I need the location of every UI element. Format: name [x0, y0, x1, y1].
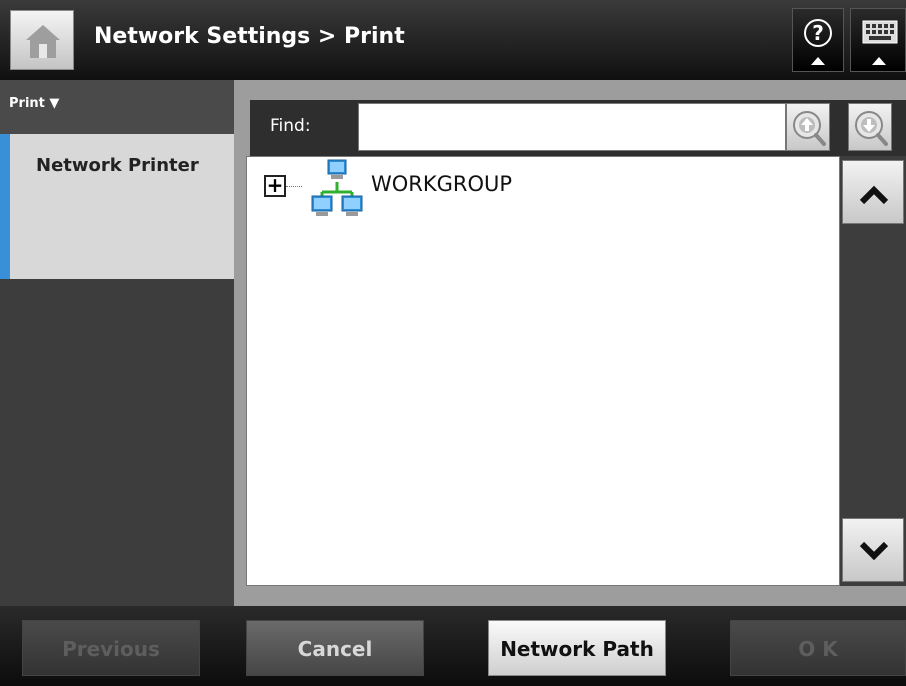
sidebar-section-label: Print ▼: [9, 96, 60, 111]
sidebar-empty-area: [0, 279, 234, 606]
network-group-icon: [311, 159, 363, 216]
cancel-button[interactable]: Cancel: [246, 620, 424, 676]
home-button[interactable]: [10, 10, 74, 70]
scroll-up-button[interactable]: [842, 160, 904, 224]
keyboard-button[interactable]: [850, 8, 906, 72]
svg-text:?: ?: [812, 21, 824, 45]
home-icon: [26, 25, 60, 58]
help-button[interactable]: ?: [792, 8, 844, 72]
search-up-button[interactable]: [786, 103, 830, 151]
find-label: Find:: [270, 116, 311, 136]
sidebar-item-label: Network Printer: [36, 155, 199, 176]
ok-button[interactable]: O K: [730, 620, 906, 676]
sidebar-item-network-printer[interactable]: Network Printer: [0, 134, 234, 279]
page-title: Network Settings > Print: [94, 24, 405, 49]
search-down-icon: [855, 111, 888, 146]
tree-connector: [286, 186, 302, 187]
network-tree[interactable]: [246, 156, 840, 586]
search-up-icon: [793, 111, 826, 146]
sidebar-section-header[interactable]: Print ▼: [0, 80, 234, 134]
tree-node-label[interactable]: WORKGROUP: [371, 172, 512, 196]
tree-expander[interactable]: +: [264, 175, 286, 197]
network-path-button[interactable]: Network Path: [488, 620, 666, 676]
previous-button[interactable]: Previous: [22, 620, 200, 676]
search-down-button[interactable]: [848, 103, 892, 151]
chevron-up-icon: [859, 185, 889, 205]
find-input[interactable]: [358, 103, 786, 151]
sidebar: Print ▼ Network Printer: [0, 80, 234, 606]
scroll-down-button[interactable]: [842, 518, 904, 582]
chevron-down-icon: [859, 541, 889, 561]
selected-accent-bar: [0, 134, 10, 279]
